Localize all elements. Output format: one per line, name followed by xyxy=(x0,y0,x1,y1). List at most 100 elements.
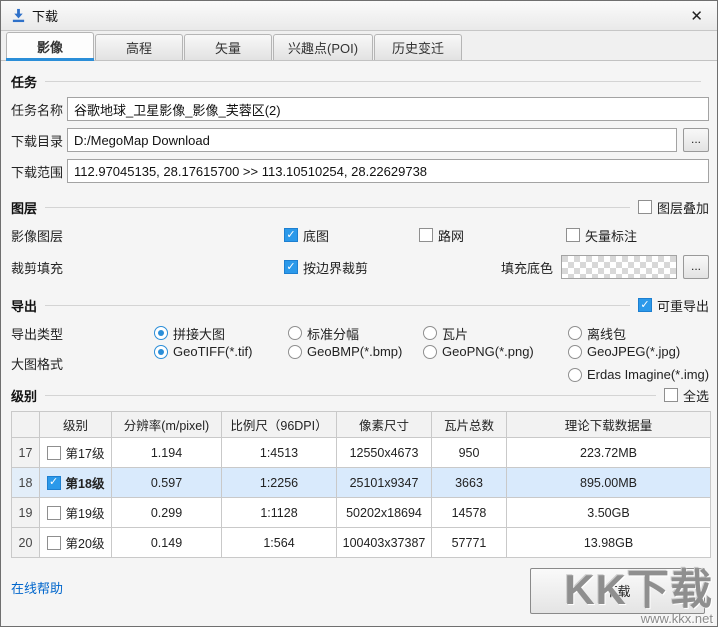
select-all-checkbox[interactable]: ✓ 全选 xyxy=(664,386,709,405)
layer-checkbox-1[interactable]: ✓路网 xyxy=(419,226,566,245)
level-name: 第19级 xyxy=(66,503,105,522)
level-tile-count: 14578 xyxy=(432,498,507,528)
level-download-size: 223.72MB xyxy=(507,438,711,468)
tab-1[interactable]: 高程 xyxy=(95,34,183,60)
clip-fill-row: 裁剪填充 ✓ 按边界裁剪 填充底色 ... xyxy=(11,255,709,279)
level-download-size: 895.00MB xyxy=(507,468,711,498)
fill-color-label: 填充底色 xyxy=(501,258,553,277)
fill-color-browse-button[interactable]: ... xyxy=(683,255,709,279)
level-row-18[interactable]: 18✓第18级0.5971:225625101x93473663895.00MB xyxy=(12,468,711,498)
level-scale: 1:4513 xyxy=(222,438,337,468)
tab-3[interactable]: 兴趣点(POI) xyxy=(273,34,373,60)
level-pixel-size: 100403x37387 xyxy=(337,528,432,558)
download-dialog: 下载 ✕ 影像高程矢量兴趣点(POI)历史变迁 任务 任务名称 下载目录 ...… xyxy=(0,0,718,627)
download-dir-input[interactable] xyxy=(67,128,677,152)
divider xyxy=(45,81,701,82)
layer-checkbox-group: ✓底图✓路网✓矢量标注 xyxy=(67,226,709,245)
checkbox-box: ✓ xyxy=(638,298,652,312)
layer-checkbox-2[interactable]: ✓矢量标注 xyxy=(566,226,709,245)
checkbox-box: ✓ xyxy=(419,228,433,242)
image-format-radio-2[interactable]: GeoPNG(*.png) xyxy=(423,344,568,359)
layer-overlay-checkbox[interactable]: ✓ 图层叠加 xyxy=(638,198,709,217)
window-title: 下载 xyxy=(32,6,58,25)
task-name-label: 任务名称 xyxy=(11,100,67,119)
download-icon xyxy=(11,8,26,23)
layer-checkbox-0[interactable]: ✓底图 xyxy=(284,226,419,245)
export-type-group: 拼接大图标准分幅瓦片离线包 xyxy=(67,324,709,343)
level-name: 第20级 xyxy=(66,533,105,552)
level-row-20[interactable]: 20✓第20级0.1491:564100403x373875777113.98G… xyxy=(12,528,711,558)
image-format-group: GeoTIFF(*.tif)GeoBMP(*.bmp)GeoPNG(*.png)… xyxy=(67,344,709,382)
row-number: 19 xyxy=(12,498,40,528)
tab-0[interactable]: 影像 xyxy=(6,32,94,60)
dialog-content: 任务 任务名称 下载目录 ... 下载范围 图层 ✓ 图层叠加 影像图层 xyxy=(1,61,717,614)
radio-box xyxy=(423,326,437,340)
radio-box xyxy=(423,345,437,359)
export-type-radio-3[interactable]: 离线包 xyxy=(568,324,709,343)
export-type-radio-1[interactable]: 标准分幅 xyxy=(288,324,423,343)
divider xyxy=(45,395,656,396)
tab-2[interactable]: 矢量 xyxy=(184,34,272,60)
level-row-17[interactable]: 17✓第17级1.1941:451312550x4673950223.72MB xyxy=(12,438,711,468)
level-checkbox[interactable]: ✓ xyxy=(47,476,61,490)
level-checkbox[interactable]: ✓ xyxy=(47,506,61,520)
fill-color-swatch[interactable] xyxy=(561,255,677,279)
radio-box xyxy=(568,326,582,340)
level-resolution: 0.299 xyxy=(112,498,222,528)
title-bar: 下载 ✕ xyxy=(1,1,717,31)
clip-fill-label: 裁剪填充 xyxy=(11,258,67,277)
level-name: 第17级 xyxy=(66,443,105,462)
dir-browse-button[interactable]: ... xyxy=(683,128,709,152)
image-format-row: 大图格式 GeoTIFF(*.tif)GeoBMP(*.bmp)GeoPNG(*… xyxy=(11,351,709,375)
clip-boundary-checkbox[interactable]: ✓ 按边界裁剪 xyxy=(284,258,368,277)
level-resolution: 1.194 xyxy=(112,438,222,468)
download-range-row: 下载范围 xyxy=(11,159,709,183)
task-name-input[interactable] xyxy=(67,97,709,121)
levels-column-header: 比例尺（96DPI） xyxy=(222,412,337,438)
level-scale: 1:564 xyxy=(222,528,337,558)
checkbox-box: ✓ xyxy=(638,200,652,214)
image-format-radio-0[interactable]: GeoTIFF(*.tif) xyxy=(154,344,288,359)
level-resolution: 0.149 xyxy=(112,528,222,558)
row-number: 18 xyxy=(12,468,40,498)
level-checkbox[interactable]: ✓ xyxy=(47,536,61,550)
online-help-link[interactable]: 在线帮助 xyxy=(11,578,63,597)
levels-column-header: 瓦片总数 xyxy=(432,412,507,438)
level-name: 第18级 xyxy=(66,473,105,492)
level-tile-count: 57771 xyxy=(432,528,507,558)
repeat-export-checkbox[interactable]: ✓ 可重导出 xyxy=(638,296,709,315)
levels-tbody: 17✓第17级1.1941:451312550x4673950223.72MB1… xyxy=(12,438,711,558)
row-number: 17 xyxy=(12,438,40,468)
image-layer-label: 影像图层 xyxy=(11,226,67,245)
divider xyxy=(45,305,630,306)
level-checkbox[interactable]: ✓ xyxy=(47,446,61,460)
download-button[interactable]: 下载 xyxy=(530,568,705,614)
levels-column-header: 理论下载数据量 xyxy=(507,412,711,438)
export-section-title: 导出 xyxy=(11,296,37,315)
tab-4[interactable]: 历史变迁 xyxy=(374,34,462,60)
level-tile-count: 950 xyxy=(432,438,507,468)
download-range-input[interactable] xyxy=(67,159,709,183)
level-download-size: 13.98GB xyxy=(507,528,711,558)
export-type-label: 导出类型 xyxy=(11,324,67,343)
level-tile-count: 3663 xyxy=(432,468,507,498)
levels-section-title: 级别 xyxy=(11,386,37,405)
export-type-radio-0[interactable]: 拼接大图 xyxy=(154,324,288,343)
levels-table: 级别分辨率(m/pixel)比例尺（96DPI）像素尺寸瓦片总数理论下载数据量 … xyxy=(11,411,711,558)
levels-column-header: 级别 xyxy=(40,412,112,438)
image-format-radio-1[interactable]: GeoBMP(*.bmp) xyxy=(288,344,423,359)
level-row-19[interactable]: 19✓第19级0.2991:112850202x18694145783.50GB xyxy=(12,498,711,528)
tab-bar: 影像高程矢量兴趣点(POI)历史变迁 xyxy=(1,31,717,61)
task-name-row: 任务名称 xyxy=(11,97,709,121)
divider xyxy=(45,207,630,208)
level-download-size: 3.50GB xyxy=(507,498,711,528)
level-resolution: 0.597 xyxy=(112,468,222,498)
download-dir-row: 下载目录 ... xyxy=(11,128,709,152)
level-scale: 1:1128 xyxy=(222,498,337,528)
levels-section-header: 级别 ✓ 全选 xyxy=(11,385,709,405)
close-button[interactable]: ✕ xyxy=(686,5,707,27)
levels-column-header: 像素尺寸 xyxy=(337,412,432,438)
image-format-radio-4[interactable]: Erdas Imagine(*.img) xyxy=(568,367,709,382)
export-type-radio-2[interactable]: 瓦片 xyxy=(423,324,568,343)
image-format-radio-3[interactable]: GeoJPEG(*.jpg) xyxy=(568,344,709,359)
